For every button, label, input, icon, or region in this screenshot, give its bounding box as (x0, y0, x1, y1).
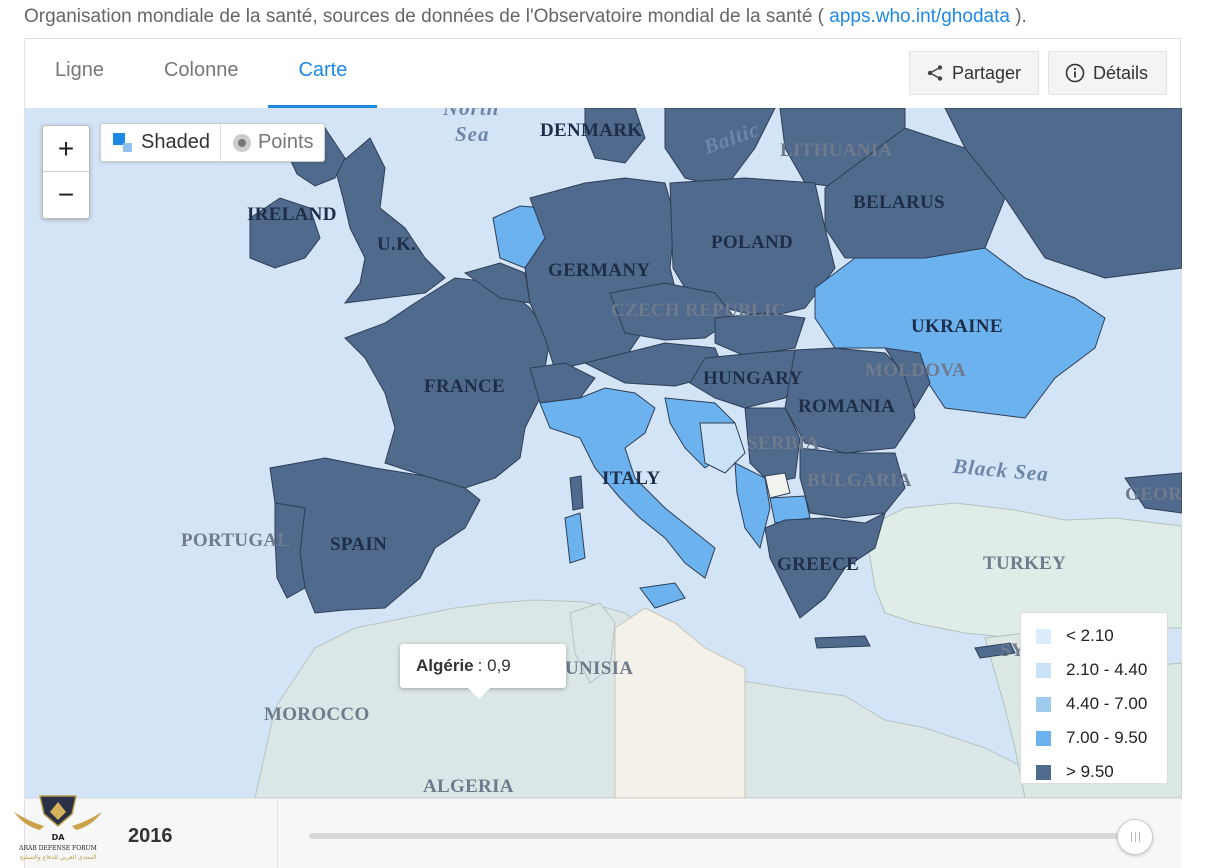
legend-label: 2.10 - 4.40 (1066, 660, 1148, 679)
legend-label: > 9.50 (1066, 762, 1114, 781)
sicily (639, 582, 686, 609)
bulgaria-label: BULGARIA (807, 470, 912, 491)
italy-label: ITALY (602, 468, 661, 489)
legend-label: 4.40 - 7.00 (1066, 694, 1148, 713)
chart-card: Ligne Colonne Carte Partager Détails Nor… (24, 38, 1182, 868)
legend-item[interactable]: 7.00 - 9.50 (1021, 721, 1167, 755)
serbia-label: SERBIA (747, 433, 820, 454)
zoom-out-button[interactable]: − (43, 172, 89, 218)
points-label: Points (257, 131, 314, 153)
details-label: Détails (1093, 62, 1149, 83)
legend-swatch (1036, 730, 1051, 746)
kosovo (764, 472, 791, 499)
ukraine-label: UKRAINE (911, 316, 1003, 337)
libya-land (614, 607, 746, 798)
denmark-label: DENMARK (540, 120, 643, 141)
tooltip-country: Algérie (416, 656, 474, 675)
tooltip-separator: : (477, 656, 483, 675)
north-sea-label: North (443, 108, 500, 120)
algeria-label: ALGERIA (423, 776, 514, 797)
shaded-label: Shaded (141, 131, 210, 153)
zoom-control: + − (42, 125, 90, 219)
corsica (569, 475, 584, 511)
points-option[interactable]: Points (219, 124, 324, 161)
forum-logo: DA ARAB DEFENSE FORUM المنتدى العربي للد… (14, 795, 102, 861)
legend-swatch (1036, 696, 1051, 712)
romania-label: ROMANIA (798, 396, 896, 417)
turkey-label: TURKEY (983, 553, 1067, 574)
portugal-label: PORTUGAL (181, 530, 291, 551)
view-tabs: Ligne Colonne Carte (25, 39, 378, 108)
map-legend: < 2.10 2.10 - 4.40 4.40 - 7.00 7.00 - 9.… (1020, 612, 1168, 784)
spain-label: SPAIN (330, 534, 388, 555)
lithuania-label: LITHUANIA (780, 140, 893, 161)
tooltip-value: 0,9 (487, 656, 511, 675)
tunisia-label: UNISIA (565, 658, 634, 679)
belarus-label: BELARUS (853, 192, 945, 213)
zoom-in-button[interactable]: + (43, 126, 89, 172)
legend-item[interactable]: 2.10 - 4.40 (1021, 653, 1167, 687)
sardinia (564, 512, 586, 564)
source-suffix: ). (1015, 6, 1027, 27)
tab-carte[interactable]: Carte (268, 39, 378, 108)
map-geography (249, 108, 1182, 798)
ireland-label: IRELAND (247, 204, 337, 225)
country-tooltip: Algérie : 0,9 (400, 644, 566, 699)
info-icon (1065, 63, 1085, 83)
france-label: FRANCE (424, 376, 505, 397)
morocco-label: MOROCCO (264, 704, 370, 725)
hungary-label: HUNGARY (703, 368, 803, 389)
share-button[interactable]: Partager (909, 51, 1039, 95)
legend-item[interactable]: > 9.50 (1021, 755, 1167, 789)
logo-line1: ARAB DEFENSE FORUM (18, 845, 97, 852)
legend-label: < 2.10 (1066, 626, 1114, 645)
source-link[interactable]: apps.who.int/ghodata (829, 6, 1010, 27)
north-sea-label-2: Sea (455, 122, 490, 146)
legend-label: 7.00 - 9.50 (1066, 728, 1148, 747)
tab-ligne[interactable]: Ligne (25, 39, 134, 108)
logo-initials: DA (52, 833, 66, 842)
legend-item[interactable]: 4.40 - 7.00 (1021, 687, 1167, 721)
legend-swatch (1036, 764, 1051, 780)
source-attribution: Organisation mondiale de la santé, sourc… (24, 6, 1027, 28)
details-button[interactable]: Détails (1048, 51, 1167, 95)
shaded-option[interactable]: Shaded (101, 124, 220, 161)
georgia-label: GEORG (1125, 484, 1182, 505)
uk (334, 137, 446, 304)
czech-republic-label: CZECH REPUBLIC (611, 300, 786, 321)
shaded-icon (113, 132, 134, 153)
germany-label: GERMANY (548, 260, 651, 281)
year-slider-handle[interactable] (1117, 819, 1153, 855)
tab-colonne[interactable]: Colonne (134, 39, 269, 108)
legend-swatch (1036, 662, 1051, 678)
timeline-footer: 2016 (25, 798, 1182, 868)
poland-label: POLAND (711, 232, 794, 253)
points-icon (232, 133, 251, 152)
year-slider-track[interactable] (309, 833, 1134, 839)
legend-swatch (1036, 628, 1051, 644)
crete (814, 635, 871, 649)
share-icon (927, 65, 943, 81)
moldova-label: MOLDOVA (865, 360, 966, 381)
greece-label: GREECE (777, 554, 860, 575)
legend-item[interactable]: < 2.10 (1021, 619, 1167, 653)
choropleth-map[interactable]: North Sea DENMARK Baltic LITHUANIA BELAR… (25, 108, 1182, 798)
share-label: Partager (952, 62, 1022, 83)
year-label: 2016 (128, 825, 173, 847)
uk-label: U.K. (377, 234, 417, 255)
source-text: Organisation mondiale de la santé, sourc… (24, 6, 824, 27)
map-mode-toggle: Shaded Points (100, 123, 325, 162)
logo-line2: المنتدى العربي للدفاع والتسليح (20, 854, 97, 861)
